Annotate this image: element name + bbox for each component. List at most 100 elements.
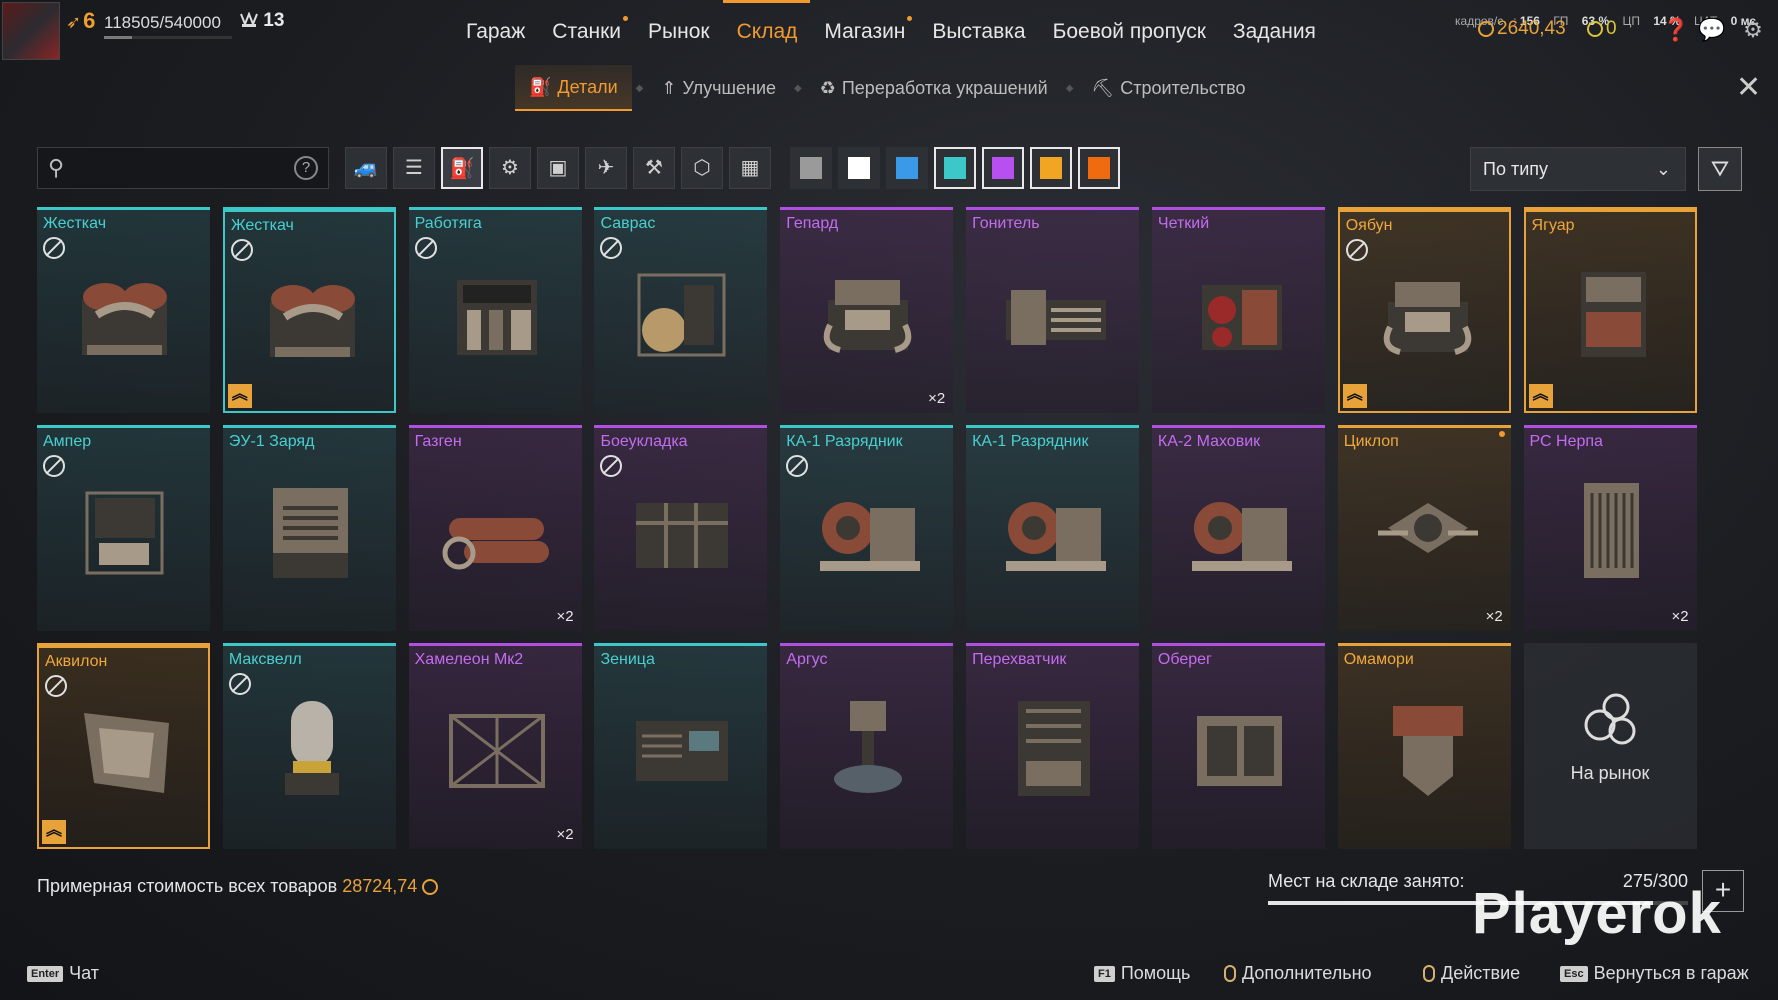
item-card[interactable]: Оберег (1151, 643, 1325, 850)
rarity-filter-4[interactable] (982, 147, 1024, 189)
item-name: Четкий (1157, 215, 1210, 232)
player-level: ➶6 (66, 8, 96, 33)
rarity-stripe (408, 425, 582, 429)
item-art-icon (85, 491, 164, 575)
nav-tab-0[interactable]: Гараж (452, 0, 538, 60)
key-badge: Esc (1560, 965, 1588, 982)
nav-tab-5[interactable]: Выставка (918, 0, 1038, 60)
nav-tab-6[interactable]: Боевой пропуск (1039, 0, 1219, 60)
control-hint[interactable]: Действие (1423, 963, 1520, 984)
player-avatar[interactable] (2, 2, 60, 60)
not-tradable-icon (45, 675, 67, 698)
item-card[interactable]: Омамори (1337, 643, 1511, 850)
to-market-button[interactable]: На рынок (1523, 643, 1697, 850)
item-art-icon (636, 503, 729, 569)
rarity-filter-0[interactable] (790, 147, 832, 189)
rarity-color-swatch (896, 157, 918, 179)
control-hint[interactable]: Enter Чат (27, 963, 99, 984)
category-filter-2[interactable]: ⛽ (441, 147, 483, 189)
subnav-separator: ◆ (1065, 82, 1074, 94)
upgrade-chevron-icon: ︽ (1528, 384, 1553, 408)
item-card[interactable]: КА-2 Маховик (1151, 425, 1325, 632)
not-tradable-icon (414, 237, 437, 259)
item-name: КА-1 Разрядник (972, 433, 1089, 451)
search-help-icon[interactable]: ? (294, 156, 318, 180)
recycle-icon: ♻ (819, 78, 836, 98)
subnav-tab-label: Улучшение (682, 78, 777, 98)
item-name: Ампер (43, 433, 92, 451)
close-icon[interactable]: ✕ (1736, 70, 1761, 105)
rarity-stripe (408, 643, 582, 647)
item-card[interactable]: Ягуар ︽ (1523, 207, 1697, 413)
item-card[interactable]: Зеница (594, 643, 768, 850)
control-hint[interactable]: F1 Помощь (1094, 963, 1190, 984)
subnav-tab-0[interactable]: ⛽ Детали (515, 65, 632, 111)
item-art-icon (448, 714, 545, 789)
item-card[interactable]: Аквилон ︽ (37, 643, 210, 850)
storage-label: Мест на складе занято: (1268, 871, 1465, 891)
rarity-filter-3[interactable] (934, 147, 976, 189)
search-input[interactable] (78, 154, 282, 184)
item-image (996, 691, 1111, 811)
item-art-icon (636, 721, 729, 782)
category-filter-3[interactable]: ⚙ (489, 147, 531, 189)
item-card[interactable]: Жесткач (37, 207, 210, 413)
cpu-label: ЦП (1622, 14, 1640, 28)
subnav-tab-3[interactable]: ⛏ Строительство (1077, 66, 1259, 110)
rarity-stripe (1523, 425, 1697, 429)
item-card[interactable]: Оябун ︽ (1337, 207, 1511, 413)
category-filter-4[interactable]: ▣ (537, 147, 579, 189)
item-card[interactable]: Саврас (594, 207, 768, 413)
item-card[interactable]: Четкий (1151, 207, 1325, 413)
category-filter-5[interactable]: ✈ (585, 147, 627, 189)
control-hint[interactable]: Esc Вернуться в гараж (1560, 963, 1749, 984)
rarity-filter-6[interactable] (1078, 147, 1120, 189)
item-card[interactable]: Жесткач ︽ (222, 207, 396, 413)
category-filter-7[interactable]: ⬡ (681, 147, 723, 189)
item-card[interactable]: ЭУ-1 Заряд (222, 425, 396, 632)
control-hint[interactable]: Дополнительно (1224, 963, 1372, 984)
item-art-icon (1006, 290, 1107, 345)
help-icon[interactable]: ❓ (1662, 17, 1689, 43)
reset-filter-button[interactable]: ⛛ (1698, 147, 1742, 191)
category-filter-6[interactable]: ⚒ (633, 147, 675, 189)
subnav-tab-1[interactable]: ⇑ Улучшение (647, 66, 790, 110)
item-card[interactable]: Хамелеон Мк2 ×2 (408, 643, 582, 850)
category-filter-0[interactable]: 🚙 (345, 147, 387, 189)
rarity-color-swatch (1088, 157, 1110, 179)
item-card[interactable]: Гонитель (966, 207, 1140, 413)
item-card[interactable]: Аргус (780, 643, 954, 850)
sort-dropdown[interactable]: По типу ⌄ (1470, 147, 1686, 191)
rarity-color-swatch (848, 157, 870, 179)
rarity-filter-2[interactable] (886, 147, 928, 189)
chat-icon[interactable]: 💬 (1698, 17, 1725, 43)
item-card[interactable]: РС Нерпа ×2 (1523, 425, 1697, 632)
item-card[interactable]: Газген ×2 (408, 425, 582, 632)
subnav-separator: ◆ (635, 82, 644, 94)
settings-gear-icon[interactable]: ⚙ (1740, 17, 1766, 43)
category-filter-1[interactable]: ☰ (393, 147, 435, 189)
item-card[interactable]: Работяга (408, 207, 582, 413)
item-card[interactable]: КА-1 Разрядник (966, 425, 1140, 632)
rarity-stripe (222, 425, 396, 429)
nav-tab-4[interactable]: Магазин (810, 0, 918, 60)
subnav-tab-2[interactable]: ♻ Переработка украшений (806, 66, 1062, 110)
item-card[interactable]: Максвелл (222, 643, 396, 850)
item-card[interactable]: Перехватчик (966, 643, 1140, 850)
category-filter-8[interactable]: ▦ (729, 147, 771, 189)
item-card[interactable]: КА-1 Разрядник (780, 425, 954, 632)
nav-tab-1[interactable]: Станки (538, 0, 634, 60)
nav-tab-2[interactable]: Рынок (634, 0, 723, 60)
rarity-color-swatch (1040, 157, 1062, 179)
nav-tab-7[interactable]: Задания (1219, 0, 1329, 60)
item-card[interactable]: Боеукладка (594, 425, 768, 632)
item-card[interactable]: Циклоп ×2 (1337, 425, 1511, 632)
item-art-icon (269, 285, 355, 357)
nav-tab-3[interactable]: Склад (722, 0, 811, 60)
item-art-icon (1018, 701, 1091, 797)
rarity-filter-1[interactable] (838, 147, 880, 189)
coin-icon (1478, 21, 1494, 37)
item-card[interactable]: Ампер (37, 425, 210, 632)
rarity-filter-5[interactable] (1030, 147, 1072, 189)
item-card[interactable]: Гепард ×2 (780, 207, 954, 413)
